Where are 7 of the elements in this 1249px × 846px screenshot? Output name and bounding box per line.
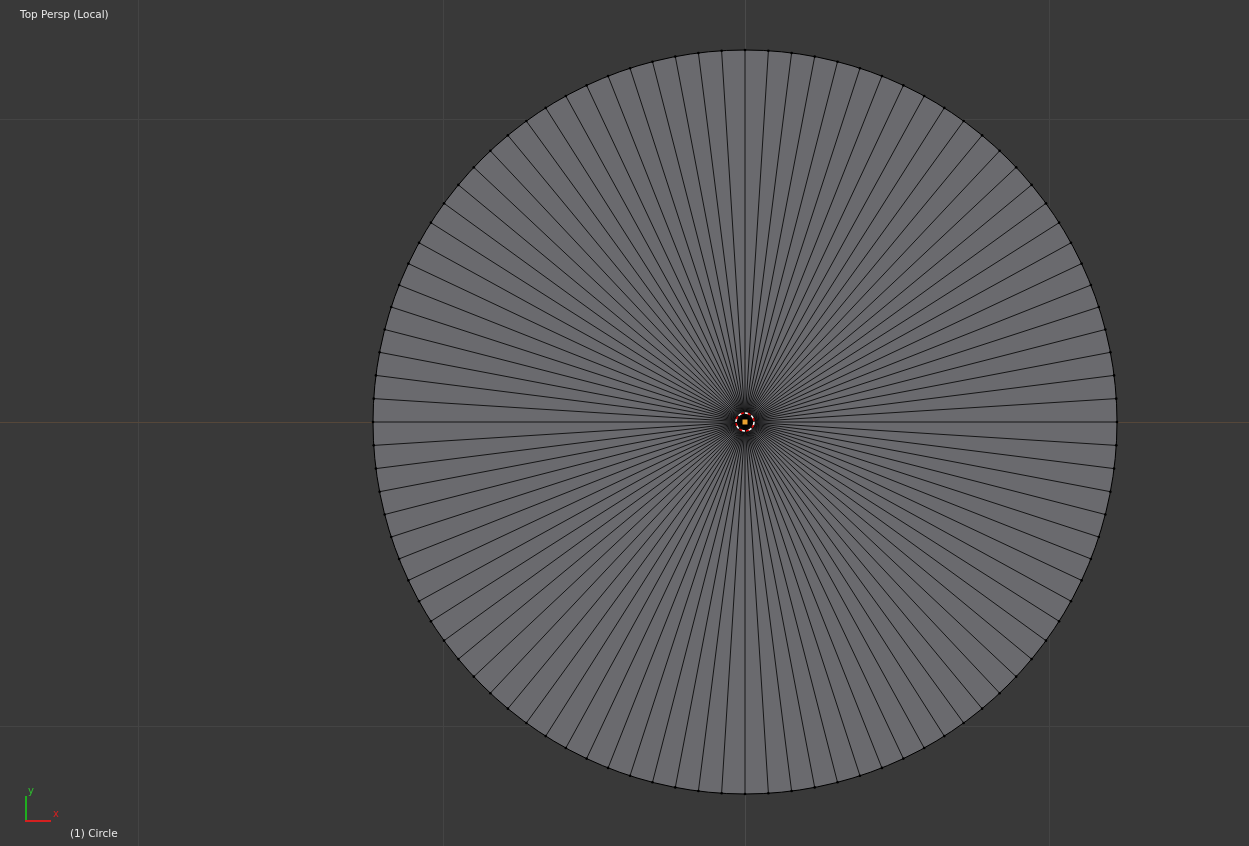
axis-label: y bbox=[28, 786, 34, 796]
axis-label: x bbox=[53, 809, 59, 819]
cursor-icon bbox=[735, 412, 755, 432]
object-label: (1) Circle bbox=[70, 827, 118, 839]
view-label: Top Persp (Local) bbox=[20, 8, 109, 20]
origin-icon bbox=[742, 419, 748, 425]
axis-gizmo-drawing bbox=[24, 795, 52, 823]
